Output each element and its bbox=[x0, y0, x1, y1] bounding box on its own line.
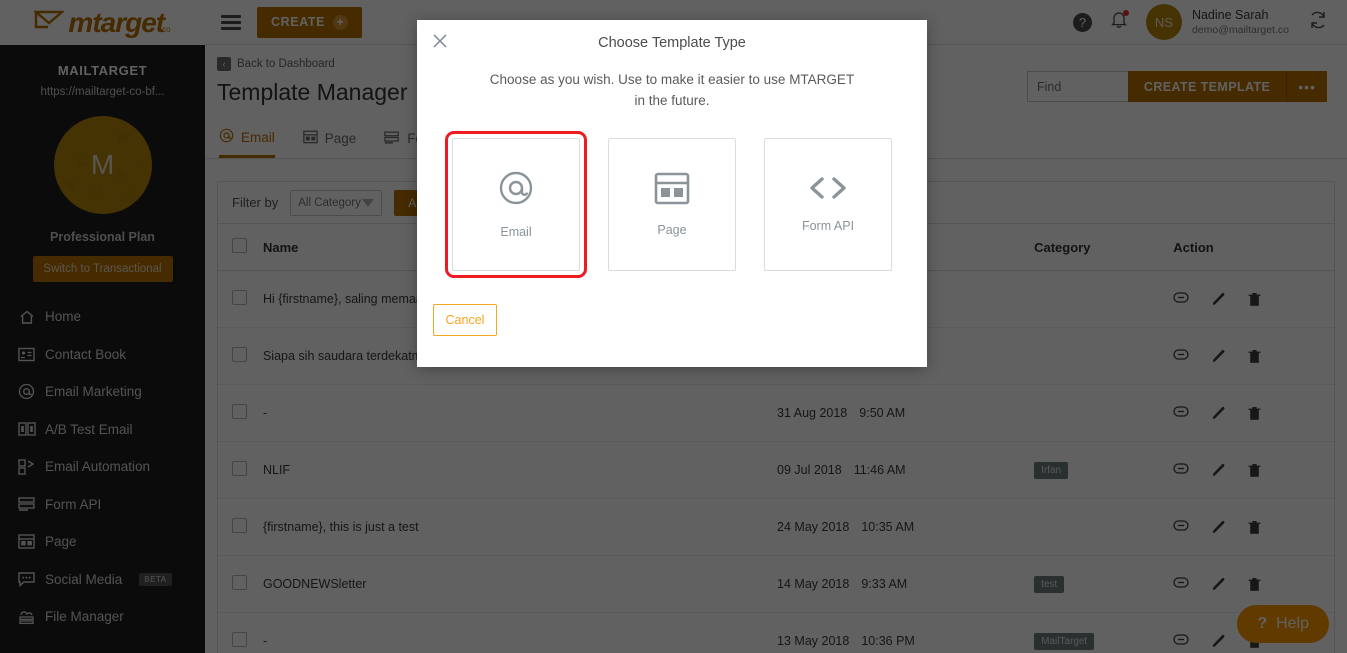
template-type-card-page[interactable]: Page bbox=[608, 137, 736, 271]
template-type-cards: Email Page Form API bbox=[417, 130, 927, 278]
card-label: Page bbox=[657, 222, 687, 237]
modal-header: Choose Template Type bbox=[417, 20, 927, 66]
card-label: Form API bbox=[801, 219, 855, 234]
modal-title: Choose Template Type bbox=[598, 35, 746, 51]
choose-template-type-modal: Choose Template Type Choose as you wish.… bbox=[417, 20, 927, 367]
page-layout-icon bbox=[654, 172, 690, 210]
modal-subtitle: Choose as you wish. Use to make it easie… bbox=[489, 72, 855, 108]
at-sign-icon bbox=[497, 169, 535, 212]
code-brackets-icon bbox=[808, 175, 848, 206]
app-root: mtarget co MAILTARGET https://mailtarget… bbox=[0, 0, 1347, 653]
card-label: Email bbox=[500, 225, 532, 240]
template-type-card-form-api[interactable]: Form API bbox=[764, 137, 892, 271]
cancel-button[interactable]: Cancel bbox=[433, 303, 497, 336]
close-icon[interactable] bbox=[433, 34, 447, 51]
template-type-card-email[interactable]: Email bbox=[445, 130, 587, 278]
